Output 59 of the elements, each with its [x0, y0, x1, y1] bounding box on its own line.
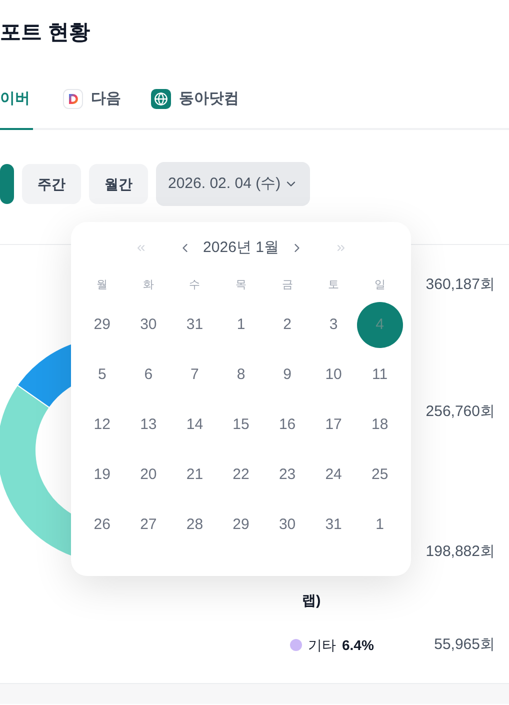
- calendar-day[interactable]: 7: [172, 352, 218, 398]
- calendar-day[interactable]: 31: [172, 302, 218, 348]
- calendar-day[interactable]: 3: [310, 302, 357, 348]
- tab[interactable]: 다음: [63, 84, 121, 130]
- calendar-day[interactable]: 21: [172, 452, 218, 498]
- legend-label: 기타: [308, 636, 336, 654]
- calendar-day[interactable]: 30: [264, 502, 310, 548]
- calendar-month: 2026년 1월: [203, 238, 279, 258]
- calendar-day[interactable]: 1: [218, 302, 264, 348]
- calendar-day[interactable]: 29: [218, 502, 264, 548]
- calendar-day[interactable]: 8: [218, 352, 264, 398]
- calendar-day[interactable]: 12: [79, 402, 126, 448]
- calendar-day[interactable]: 29: [79, 302, 126, 348]
- calendar-day[interactable]: 19: [79, 452, 126, 498]
- weekday-label: 목: [235, 278, 246, 293]
- calendar-day[interactable]: 16: [264, 402, 310, 448]
- tab[interactable]: 이버: [0, 84, 33, 130]
- calendar-day[interactable]: 20: [125, 452, 172, 498]
- calendar-day[interactable]: 6: [125, 352, 172, 398]
- calendar-day[interactable]: 1: [356, 502, 403, 548]
- calendar-day[interactable]: 14: [172, 402, 218, 448]
- count-value: 360,187회: [426, 275, 495, 295]
- calendar-day[interactable]: 5: [79, 352, 126, 398]
- calendar-day[interactable]: 30: [125, 302, 172, 348]
- calendar-day[interactable]: 15: [218, 402, 264, 448]
- calendar-day[interactable]: 22: [218, 452, 264, 498]
- calendar-day[interactable]: 27: [125, 502, 172, 548]
- period-button[interactable]: 주간: [22, 164, 81, 204]
- weekday-label: 화: [142, 278, 154, 293]
- calendar-day[interactable]: 24: [310, 452, 357, 498]
- calendar-day[interactable]: 26: [79, 502, 126, 548]
- legend-percent: 6.4%: [342, 636, 374, 654]
- weekday-label: 일: [374, 278, 386, 293]
- calendar-day[interactable]: 9: [264, 352, 310, 398]
- calendar-day[interactable]: 11: [356, 352, 403, 398]
- globe-logo-icon: [151, 89, 171, 109]
- weekday-label: 수: [189, 278, 200, 293]
- count-value: 198,882회: [426, 542, 495, 562]
- calendar-day[interactable]: 10: [310, 352, 357, 398]
- page-title: 포트 현황: [0, 20, 90, 46]
- calendar-day[interactable]: 13: [125, 402, 172, 448]
- tab[interactable]: 동아닷컴: [151, 84, 239, 130]
- calendar-day[interactable]: 18: [356, 402, 403, 448]
- date-dropdown[interactable]: 2026. 02. 04 (수): [156, 162, 310, 206]
- calendar-day[interactable]: 23: [264, 452, 310, 498]
- daum-logo-icon: [63, 89, 83, 109]
- legend-label: 랩): [302, 591, 321, 610]
- calendar-day[interactable]: 28: [172, 502, 218, 548]
- calendar-day[interactable]: 25: [356, 452, 403, 498]
- weekday-label: 월: [96, 278, 108, 293]
- calendar-day[interactable]: 31: [310, 502, 357, 548]
- calendar-day[interactable]: 17: [310, 402, 357, 448]
- period-button[interactable]: [0, 164, 14, 204]
- count-value: 256,760회: [426, 402, 495, 422]
- weekday-label: 토: [328, 278, 340, 293]
- weekday-label: 금: [282, 278, 293, 293]
- period-button[interactable]: 월간: [89, 164, 148, 204]
- calendar-day[interactable]: 2: [264, 302, 310, 348]
- count-value: 55,965회: [434, 635, 495, 655]
